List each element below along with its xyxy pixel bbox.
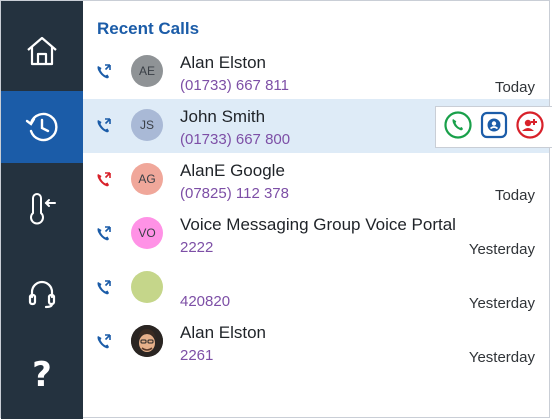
contact-card-icon bbox=[479, 110, 509, 145]
contact-name: Alan Elston bbox=[180, 53, 266, 72]
headset-icon bbox=[28, 280, 56, 309]
call-time: Yesterday bbox=[468, 295, 535, 312]
call-row[interactable]: Alan Elston 2261 Yesterday bbox=[83, 315, 549, 369]
call-time: Today bbox=[494, 187, 535, 204]
call-row[interactable]: VO Voice Messaging Group Voice Portal 2222… bbox=[83, 207, 549, 261]
avatar: JS bbox=[131, 109, 163, 141]
avatar: AG bbox=[131, 163, 163, 195]
incoming-call-icon bbox=[95, 279, 112, 296]
phone-number: (07825) 112 378 bbox=[180, 185, 289, 202]
missed-call-icon bbox=[95, 171, 112, 188]
phone-number: 2222 bbox=[180, 239, 214, 256]
add-contact-button[interactable] bbox=[515, 110, 545, 145]
recent-calls-icon bbox=[25, 112, 58, 142]
call-row[interactable]: 420820 Yesterday bbox=[83, 261, 549, 315]
call-row[interactable]: JS John Smith (01733) 667 800 bbox=[83, 99, 552, 153]
sidebar: ? bbox=[1, 1, 83, 419]
call-row[interactable]: AG AlanE Google (07825) 112 378 Today bbox=[83, 153, 549, 207]
row-actions bbox=[435, 106, 552, 148]
contact-card-button[interactable] bbox=[479, 110, 509, 145]
call-row[interactable]: AE Alan Elston (01733) 667 811 Today bbox=[83, 45, 549, 99]
contact-name: Alan Elston bbox=[180, 323, 266, 342]
phone-number: 2261 bbox=[180, 347, 214, 364]
help-icon: ? bbox=[32, 355, 52, 395]
call-time: Yesterday bbox=[468, 349, 535, 366]
call-time: Today bbox=[494, 79, 535, 96]
add-contact-icon bbox=[515, 110, 545, 145]
contact-name: John Smith bbox=[180, 107, 266, 126]
sidebar-item-headset[interactable] bbox=[1, 257, 83, 329]
contact-name: Voice Messaging Group Voice Portal bbox=[180, 215, 456, 234]
thermometer-icon bbox=[30, 193, 56, 225]
page-title: Recent Calls bbox=[97, 19, 200, 38]
call-icon bbox=[443, 110, 473, 145]
app-window: ? Recent Calls AE Alan Elston (01733) 667 … bbox=[0, 0, 552, 419]
avatar: AE bbox=[131, 55, 163, 87]
incoming-call-icon bbox=[95, 63, 112, 80]
sidebar-item-help[interactable]: ? bbox=[1, 339, 83, 411]
recent-calls-panel: Recent Calls AE Alan Elston (01733) 667 81… bbox=[83, 1, 552, 417]
contact-name: AlanE Google bbox=[180, 161, 285, 180]
avatar bbox=[131, 271, 163, 303]
call-time: Yesterday bbox=[468, 241, 535, 258]
sidebar-item-recent-calls[interactable] bbox=[1, 91, 83, 163]
sidebar-item-home[interactable] bbox=[1, 15, 83, 87]
incoming-call-icon bbox=[95, 225, 112, 242]
sidebar-item-thermometer[interactable] bbox=[1, 173, 83, 245]
home-icon bbox=[27, 36, 57, 66]
phone-number: (01733) 667 811 bbox=[180, 77, 289, 94]
avatar: VO bbox=[131, 217, 163, 249]
incoming-call-icon bbox=[95, 333, 112, 350]
call-button[interactable] bbox=[443, 110, 473, 145]
phone-number: (01733) 667 800 bbox=[180, 131, 291, 148]
avatar bbox=[131, 325, 163, 357]
phone-number: 420820 bbox=[180, 293, 231, 310]
call-list: AE Alan Elston (01733) 667 811 Today JS John … bbox=[83, 45, 552, 369]
incoming-call-icon bbox=[95, 117, 112, 134]
